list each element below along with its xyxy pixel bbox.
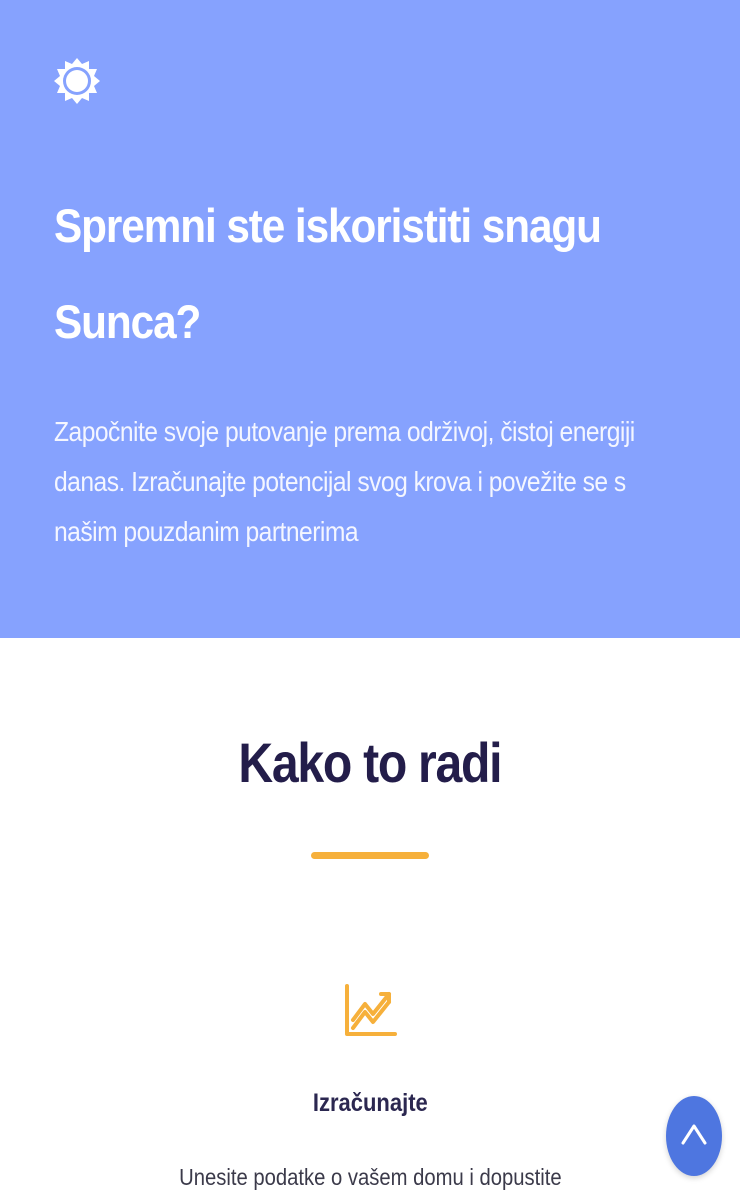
chevron-up-icon [681, 1124, 707, 1145]
hero-title: Spremni ste iskoristiti snagu Sunca? [54, 199, 602, 348]
scroll-to-top-button[interactable] [666, 1096, 722, 1176]
chart-trend-icon [345, 984, 397, 1036]
hero-description: Započnite svoje putovanje prema održivoj… [54, 416, 635, 547]
title-divider [311, 852, 429, 859]
section-title: Kako to radi [0, 728, 740, 798]
hero-section: Spremni ste iskoristiti snagu Sunca? Zap… [0, 0, 740, 638]
step-description: Unesite podatke o vašem domu i dopustite [0, 1160, 740, 1194]
step-title-text: Izračunajte [312, 1089, 428, 1117]
section-title-text: Kako to radi [238, 731, 503, 794]
sun-icon [54, 58, 100, 104]
step-description-text: Unesite podatke o vašem domu i dopustite [178, 1164, 562, 1190]
step-title: Izračunajte [0, 1086, 740, 1120]
